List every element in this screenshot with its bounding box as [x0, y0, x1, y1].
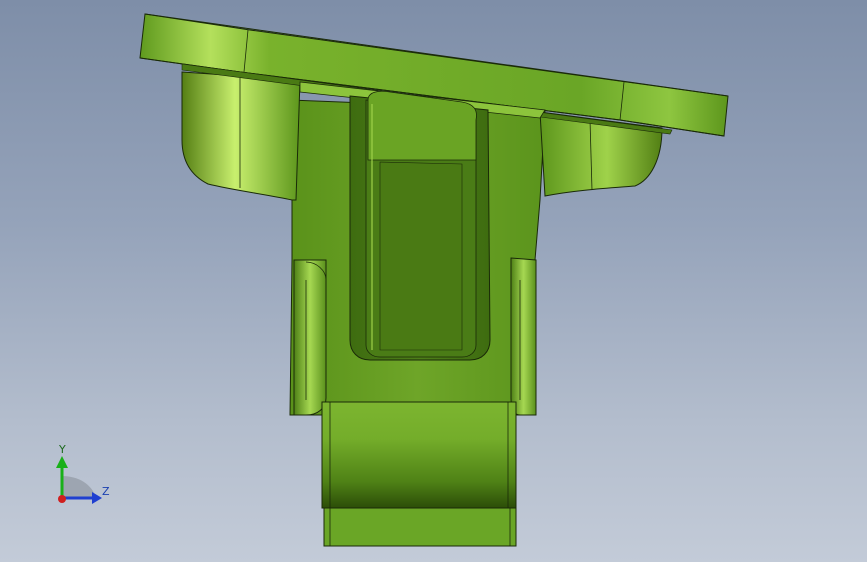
right-rail[interactable] — [510, 257, 537, 416]
orientation-triad[interactable]: Y Z — [40, 440, 120, 510]
z-axis-label: Z — [102, 485, 110, 498]
bottom-cylinder[interactable] — [321, 401, 517, 509]
center-slot-floor — [379, 161, 463, 351]
center-slot-top-fillet — [367, 90, 477, 161]
left-rail[interactable] — [293, 259, 327, 416]
graphics-viewport[interactable]: Y Z — [0, 0, 867, 562]
y-axis-label: Y — [59, 443, 66, 456]
x-axis-dot-icon — [58, 495, 66, 503]
left-rib[interactable] — [181, 71, 301, 201]
bottom-tab[interactable] — [323, 507, 517, 547]
cad-part-model[interactable] — [0, 0, 867, 562]
